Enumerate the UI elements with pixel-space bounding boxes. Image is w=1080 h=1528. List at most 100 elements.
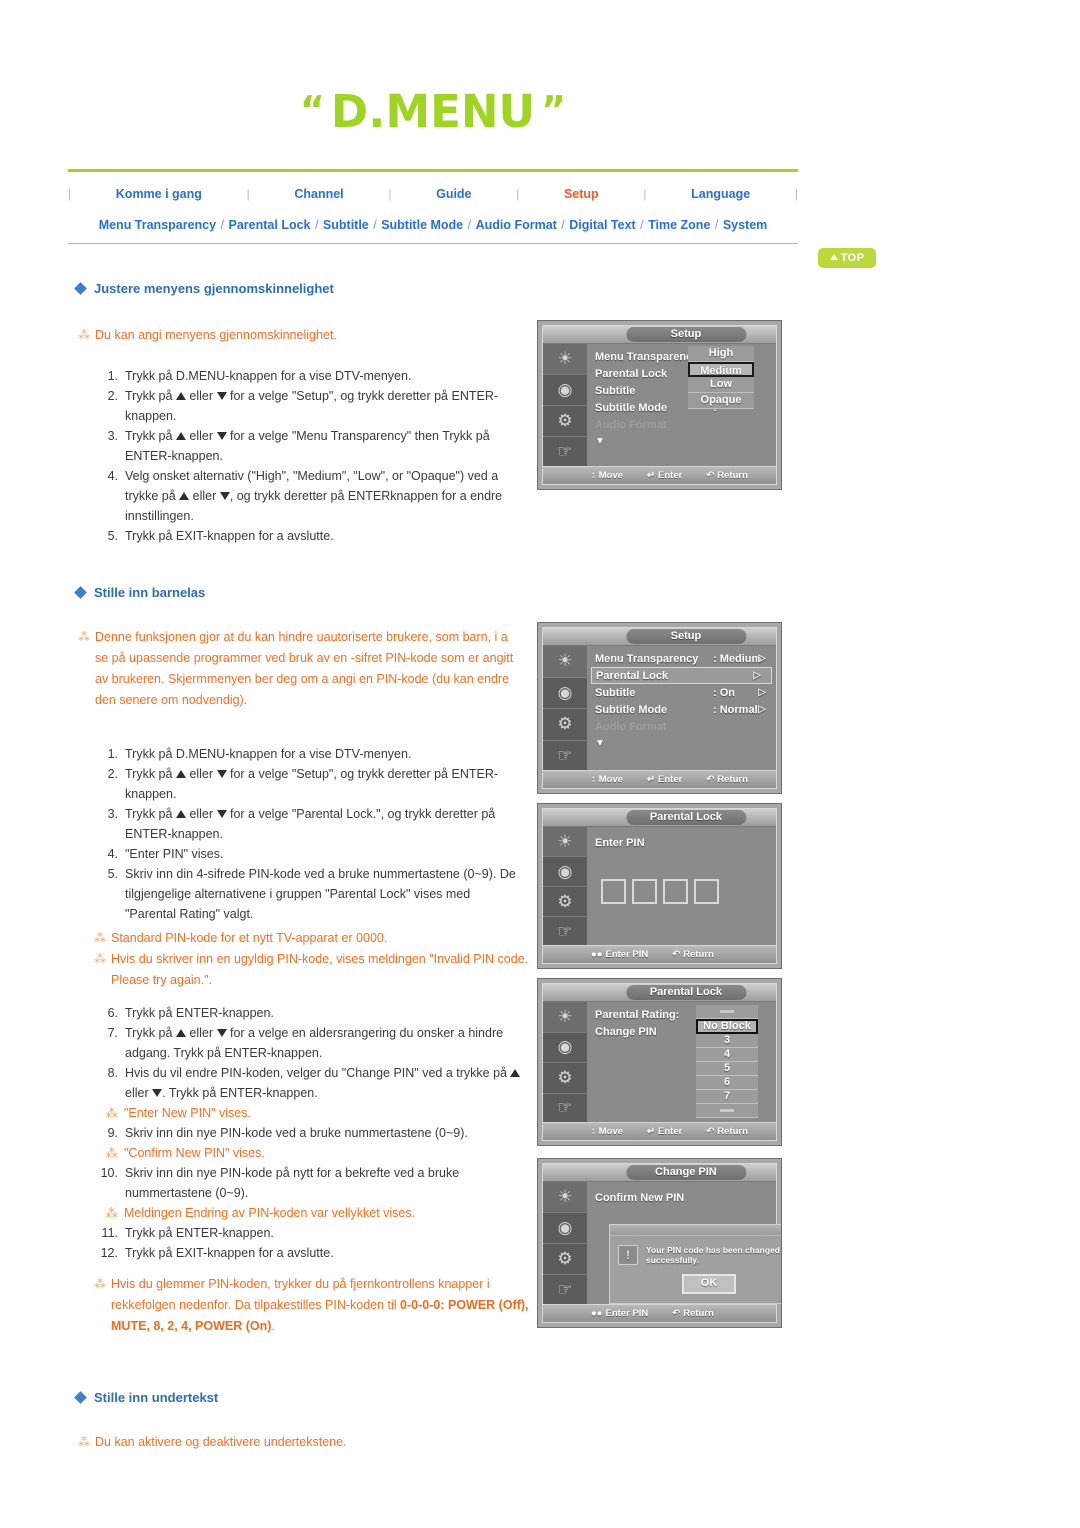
tv-menu-row-subtitle-mode[interactable]: Subtitle Mode: Normal ▷: [587, 701, 776, 718]
tv-option-opaque[interactable]: Opaque: [688, 393, 754, 409]
page-title: “D.MENU”: [68, 84, 798, 138]
chevron-right-icon: ▷: [758, 653, 766, 664]
tv-option-low[interactable]: Low: [688, 377, 754, 393]
note-mark-icon: ⁂: [105, 1146, 119, 1160]
dialog-ok-button[interactable]: OK: [682, 1274, 736, 1294]
nav-item-setup[interactable]: Setup: [564, 187, 599, 201]
rating-option-no-block[interactable]: No Block: [696, 1019, 758, 1034]
nav-separator: |: [68, 187, 72, 201]
tv-sidebar-icon-channel[interactable]: ☀: [543, 344, 587, 375]
tv-sidebar-icon-language[interactable]: ☞: [543, 1275, 587, 1305]
tv-sidebar-icon-language[interactable]: ☞: [543, 917, 587, 946]
tv-menu-row-subtitle[interactable]: Subtitle: On ▷: [587, 684, 776, 701]
tv-sidebar-icon-guide[interactable]: ◉: [543, 678, 587, 709]
tv-option-high[interactable]: High: [688, 346, 754, 362]
pin-box-1[interactable]: [601, 879, 626, 904]
scroll-to-top-button[interactable]: TOP: [818, 248, 876, 268]
enter-icon: ↵: [647, 470, 656, 481]
tv-sidebar-icon-guide[interactable]: ◉: [543, 375, 587, 406]
subnav-item-menu-transparency[interactable]: Menu Transparency: [99, 218, 216, 232]
list-item-note: ⁂ "Enter New PIN" vises.: [92, 1103, 522, 1123]
tv-sidebar-icon-setup[interactable]: ⚙: [543, 406, 587, 437]
nav-separator: |: [388, 187, 392, 201]
chevron-right-icon: ▷: [753, 670, 761, 681]
tv-titlebar: Setup: [543, 326, 776, 344]
step-number: 6.: [107, 1006, 118, 1020]
subnav-item-audio-format[interactable]: Audio Format: [476, 218, 557, 232]
diamond-bullet-icon: [74, 282, 87, 295]
tv-sidebar-icon-setup[interactable]: ⚙: [543, 887, 587, 917]
rating-option-6[interactable]: 6: [696, 1076, 758, 1090]
note-invalid-pin-text: Hvis du skriver inn en ugyldig PIN-kode,…: [111, 952, 529, 987]
step-text: Trykk på ENTER-knappen.: [125, 1006, 274, 1020]
tv-body: Confirm New PIN ! Your PIN code has been…: [587, 1182, 781, 1305]
tv-scroll-down-indicator[interactable]: ▼: [587, 735, 776, 752]
chevron-right-icon: ▷: [758, 687, 766, 698]
note-mark-icon: ⁂: [94, 1277, 106, 1291]
list-item: 3. Trykk på eller for a velge "Parental …: [92, 804, 522, 844]
tv-sidebar-icon-guide[interactable]: ◉: [543, 857, 587, 887]
tv-sidebar-icon-setup[interactable]: ⚙: [543, 709, 587, 741]
subnav-item-subtitle-mode[interactable]: Subtitle Mode: [381, 218, 463, 232]
tv-option-medium[interactable]: Medium: [688, 362, 754, 377]
list-item: 9. Skriv inn din nye PIN-kode ved a bruk…: [92, 1123, 522, 1143]
pin-box-3[interactable]: [663, 879, 688, 904]
tv-menu-row-audio-format: Audio Format: [595, 720, 667, 733]
list-item: 5. Trykk på EXIT-knappen for a avslutte.: [92, 526, 522, 546]
rating-option-5[interactable]: 5: [696, 1062, 758, 1076]
page-title-wrapper: “D.MENU”: [68, 84, 798, 138]
subnav-item-subtitle[interactable]: Subtitle: [323, 218, 369, 232]
tv-sidebar-icon-language[interactable]: ☞: [543, 741, 587, 772]
tv-scroll-down-indicator[interactable]: ▼: [587, 433, 776, 450]
green-divider: [68, 169, 798, 172]
tv-inner-frame: Change PIN ☀ ◉ ⚙ ☞ Confirm New PIN ! You…: [542, 1163, 781, 1323]
list-item: 11. Trykk på ENTER-knappen.: [92, 1223, 522, 1243]
tv-sidebar-icon-language[interactable]: ☞: [543, 437, 587, 467]
triangle-down-icon: [152, 1088, 163, 1097]
nav-item-language[interactable]: Language: [691, 187, 750, 201]
subnav-item-time-zone[interactable]: Time Zone: [648, 218, 710, 232]
nav-item-channel[interactable]: Channel: [294, 187, 343, 201]
step-text: Trykk på eller for a velge "Setup", og t…: [125, 389, 499, 423]
subnav-item-system[interactable]: System: [723, 218, 767, 232]
tv-sidebar-icon-guide[interactable]: ◉: [543, 1033, 587, 1063]
step-text: Trykk på EXIT-knappen for a avslutte.: [125, 529, 334, 543]
tv-menu-row-parental-lock[interactable]: Parental Lock ▷: [591, 667, 772, 684]
section2-steps-part2: 6. Trykk på ENTER-knappen. 7. Trykk på e…: [92, 1003, 522, 1263]
tv-sidebar-icon-language[interactable]: ☞: [543, 1094, 587, 1124]
triangle-up-icon: [175, 391, 186, 400]
tv-sidebar-icon-setup[interactable]: ⚙: [543, 1063, 587, 1094]
tv-sidebar-icon-channel[interactable]: ☀: [543, 1002, 587, 1033]
tv-sidebar-icon-guide[interactable]: ◉: [543, 1213, 587, 1244]
subnav-item-digital-text[interactable]: Digital Text: [569, 218, 635, 232]
tv-menu-row-menu-transparency[interactable]: Menu Transparency: Medium ▷: [587, 650, 776, 667]
pin-box-2[interactable]: [632, 879, 657, 904]
step-text: Skriv inn din nye PIN-kode på nytt for a…: [125, 1166, 460, 1200]
return-icon: ↶: [706, 470, 715, 481]
triangle-up-icon: [510, 1068, 521, 1077]
tv-footer-enter: ↵ Enter: [647, 470, 683, 481]
step-text: Trykk på eller for a velge "Setup", og t…: [125, 767, 499, 801]
tv-screenshot-change-pin-confirm: Change PIN ☀ ◉ ⚙ ☞ Confirm New PIN ! You…: [537, 1158, 782, 1328]
tv-sidebar-icon-channel[interactable]: ☀: [543, 827, 587, 857]
main-nav: | Komme i gang | Channel | Guide | Setup…: [68, 181, 798, 207]
tv-footer-enter: ↵ Enter: [647, 774, 683, 785]
nav-item-guide[interactable]: Guide: [436, 187, 471, 201]
rating-option-7[interactable]: 7: [696, 1090, 758, 1104]
tv-sidebar-icon-channel[interactable]: ☀: [543, 1182, 587, 1213]
section1-note: ⁂ Du kan angi menyens gjennomskinnelighe…: [78, 325, 518, 346]
triangle-down-icon: [216, 391, 227, 400]
tv-sidebar-icon-setup[interactable]: ⚙: [543, 1244, 587, 1275]
subnav-item-parental-lock[interactable]: Parental Lock: [229, 218, 311, 232]
step-number: 10.: [100, 1166, 118, 1180]
tv-footer-return: ↶ Return: [672, 1308, 714, 1319]
pin-entry-boxes[interactable]: [601, 879, 776, 904]
pin-box-4[interactable]: [694, 879, 719, 904]
section3-note-text: Du kan aktivere og deaktivere undertekst…: [95, 1435, 347, 1449]
nav-item-komme-i-gang[interactable]: Komme i gang: [116, 187, 202, 201]
note-mark-icon: ⁂: [78, 1435, 90, 1449]
rating-option-4[interactable]: 4: [696, 1048, 758, 1062]
rating-option-3[interactable]: 3: [696, 1034, 758, 1048]
tv-sidebar-icon-channel[interactable]: ☀: [543, 646, 587, 678]
dialog-titlebar: [610, 1225, 781, 1236]
